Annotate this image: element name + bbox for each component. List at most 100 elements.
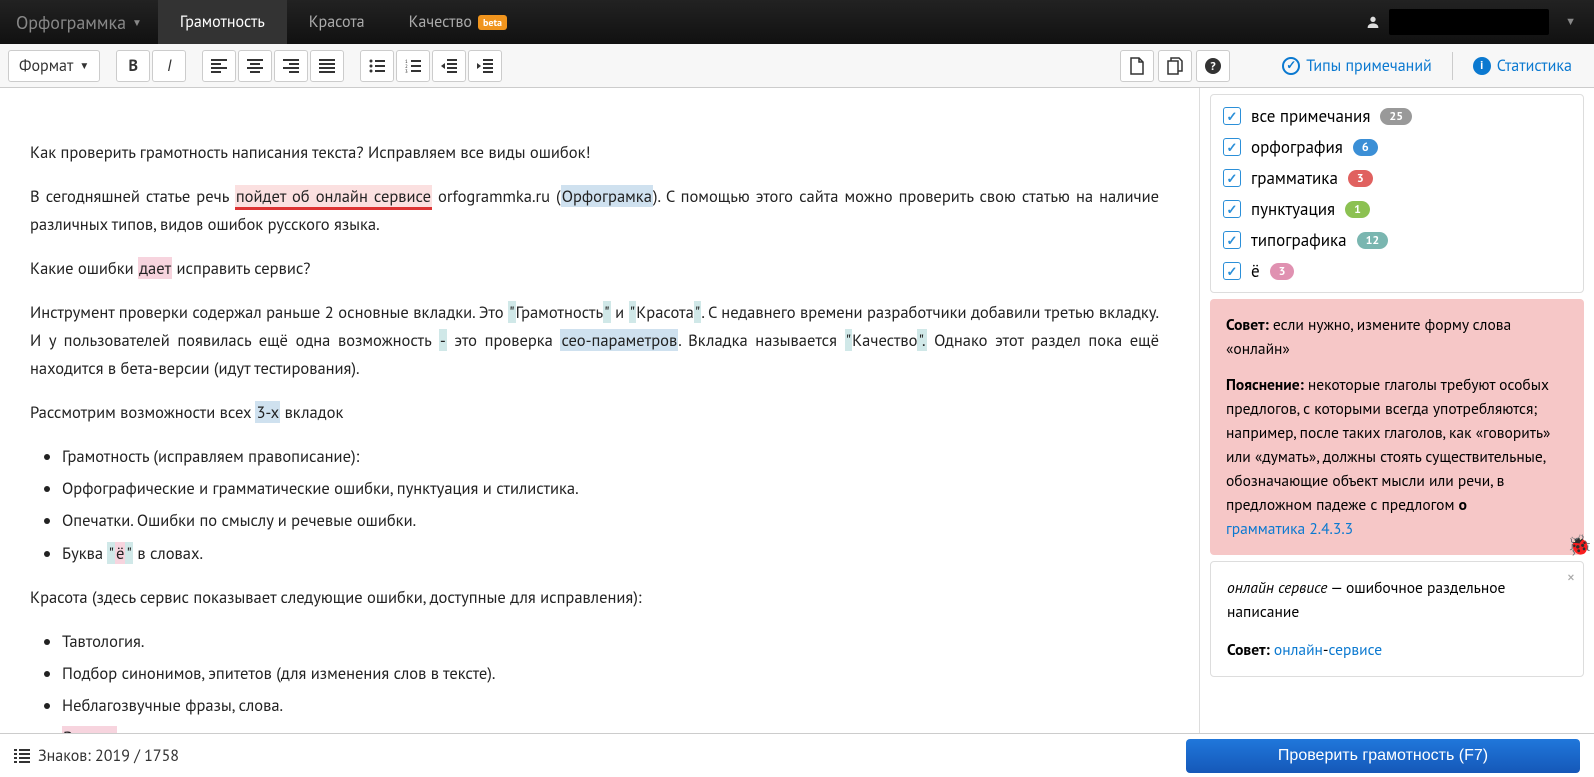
tab-krasota[interactable]: Красота [287,0,387,44]
advice-label: Совет: [1227,640,1270,660]
note-card-grammar[interactable]: Совет: если нужно, измените форму слова … [1210,299,1584,555]
count-badge: 6 [1353,139,1378,156]
list-item: Буква "ё" в словах. [62,539,1159,567]
error-highlight[interactable]: ё [115,542,125,564]
error-highlight[interactable]: Выдает [62,726,117,733]
format-dropdown[interactable]: Формат ▼ [8,50,100,82]
paragraph: Как проверить грамотность написания текс… [30,138,1159,166]
svg-text:?: ? [1211,59,1217,74]
grammar-rule-link[interactable]: грамматика 2.4.3.3 [1226,519,1353,539]
list-item: Выдает ударения в сложных словах. [62,723,1159,733]
beta-badge: beta [478,15,507,30]
info-icon: i [1473,57,1491,75]
error-highlight[interactable]: дает [138,257,172,279]
stats-link[interactable]: i Статистика [1459,48,1586,84]
paragraph: Рассмотрим возможности всех 3-х вкладок [30,398,1159,426]
filter-label: ё [1251,260,1260,282]
tab-kachestvo[interactable]: Качество beta [387,0,529,44]
filter-label: орфография [1251,136,1343,158]
checkbox-icon[interactable]: ✓ [1223,169,1241,187]
list-item: Опечатки. Ошибки по смыслу и речевые оши… [62,506,1159,534]
filter-row-1[interactable]: ✓ орфография 6 [1223,136,1571,158]
filter-label: пунктуация [1251,198,1335,220]
quote-highlight[interactable]: ". [917,329,926,351]
quote-highlight[interactable]: " [603,301,611,323]
checkbox-icon[interactable]: ✓ [1223,107,1241,125]
dash-highlight[interactable]: - [439,329,447,351]
filter-row-4[interactable]: ✓ типографика 12 [1223,229,1571,251]
checkbox-icon[interactable]: ✓ [1223,231,1241,249]
sidebar: ✓ все примечания 25 ✓ орфография 6 ✓ грамматика… [1200,88,1594,733]
count-badge: 1 [1345,201,1370,218]
count-badge: 3 [1270,263,1295,280]
list-item: Тавтология. [62,627,1159,655]
error-term: онлайн сервисе [1227,578,1327,598]
checkbox-icon[interactable]: ✓ [1223,200,1241,218]
quote-highlight[interactable]: " [845,329,853,351]
editor-area[interactable]: Как проверить грамотность написания текс… [0,88,1199,733]
list-item: Подбор синонимов, эпитетов (для изменени… [62,659,1159,687]
bug-icon[interactable]: 🐞 [1567,530,1592,561]
align-right-button[interactable] [274,50,308,82]
indent-button[interactable] [468,50,502,82]
paragraph: Красота (здесь сервис показывает следующ… [30,583,1159,611]
filter-label: грамматика [1251,167,1338,189]
align-center-button[interactable] [238,50,272,82]
copy-button[interactable] [1158,50,1192,82]
align-left-button[interactable] [202,50,236,82]
suggestion-link[interactable]: сервисе [1329,640,1383,660]
tab-gramotnost[interactable]: Грамотность [158,0,287,44]
explanation-label: Пояснение: [1226,375,1304,395]
filter-panel: ✓ все примечания 25 ✓ орфография 6 ✓ грамматика… [1210,94,1584,293]
checkbox-icon[interactable]: ✓ [1223,262,1241,280]
filter-row-2[interactable]: ✓ грамматика 3 [1223,167,1571,189]
new-doc-button[interactable] [1120,50,1154,82]
user-name-redacted [1389,9,1549,35]
list-item: Орфографические и грамматические ошибки,… [62,474,1159,502]
caret-down-icon: ▼ [132,16,142,29]
error-highlight[interactable]: сео-параметров [560,329,678,351]
note-card-orthography[interactable]: × онлайн сервисе — ошибочное раздельное … [1210,561,1584,677]
list-item: Грамотность (исправляем правописание): [62,442,1159,470]
numbered-list-button[interactable]: 123 [396,50,430,82]
checkbox-icon[interactable]: ✓ [1223,138,1241,156]
count-badge: 25 [1380,108,1412,125]
align-justify-button[interactable] [310,50,344,82]
count-badge: 3 [1348,170,1373,187]
brand-label: Орфограммка [16,11,126,34]
list-icon [14,749,30,763]
error-highlight[interactable]: 3-х [255,401,280,423]
nav-tabs: Грамотность Красота Качество beta [158,0,529,44]
filter-row-5[interactable]: ✓ ё3 [1223,260,1571,282]
outdent-button[interactable] [432,50,466,82]
bullet-list-button[interactable] [360,50,394,82]
filter-label: все примечания [1251,105,1370,127]
check-circle-icon: ✓ [1282,57,1300,75]
close-icon[interactable]: × [1567,566,1575,591]
brand-menu[interactable]: Орфограммка ▼ [0,0,158,44]
char-count: Знаков: 2019 / 1758 [14,746,179,766]
count-badge: 12 [1357,232,1389,249]
help-button[interactable]: ? [1196,50,1230,82]
filter-row-3[interactable]: ✓ пунктуация 1 [1223,198,1571,220]
filter-row-0[interactable]: ✓ все примечания 25 [1223,105,1571,127]
error-highlight[interactable]: пойдет об онлайн сервисе [235,185,432,210]
filter-label: типографика [1251,229,1347,251]
check-grammar-button[interactable]: Проверить грамотность (F7) [1186,739,1580,773]
paragraph: В сегодняшней статье речь пойдет об онла… [30,182,1159,238]
list: Тавтология. Подбор синонимов, эпитетов (… [62,627,1159,733]
user-icon[interactable] [1365,14,1381,30]
bold-button[interactable]: B [116,50,150,82]
italic-button[interactable]: I [152,50,186,82]
paragraph: Какие ошибки дает исправить сервис? [30,254,1159,282]
error-highlight[interactable]: Орфограмка [561,185,653,207]
quote-highlight[interactable]: " [508,301,516,323]
user-menu-caret[interactable]: ▼ [1557,15,1584,29]
quote-highlight[interactable]: " [125,542,133,564]
quote-highlight[interactable]: " [107,542,115,564]
paragraph: Инструмент проверки содержал раньше 2 ос… [30,298,1159,382]
caret-down-icon: ▼ [79,59,89,72]
note-types-link[interactable]: ✓ Типы примечаний [1268,48,1446,84]
advice-label: Совет: [1226,315,1269,335]
suggestion-link[interactable]: онлайн [1274,640,1323,660]
